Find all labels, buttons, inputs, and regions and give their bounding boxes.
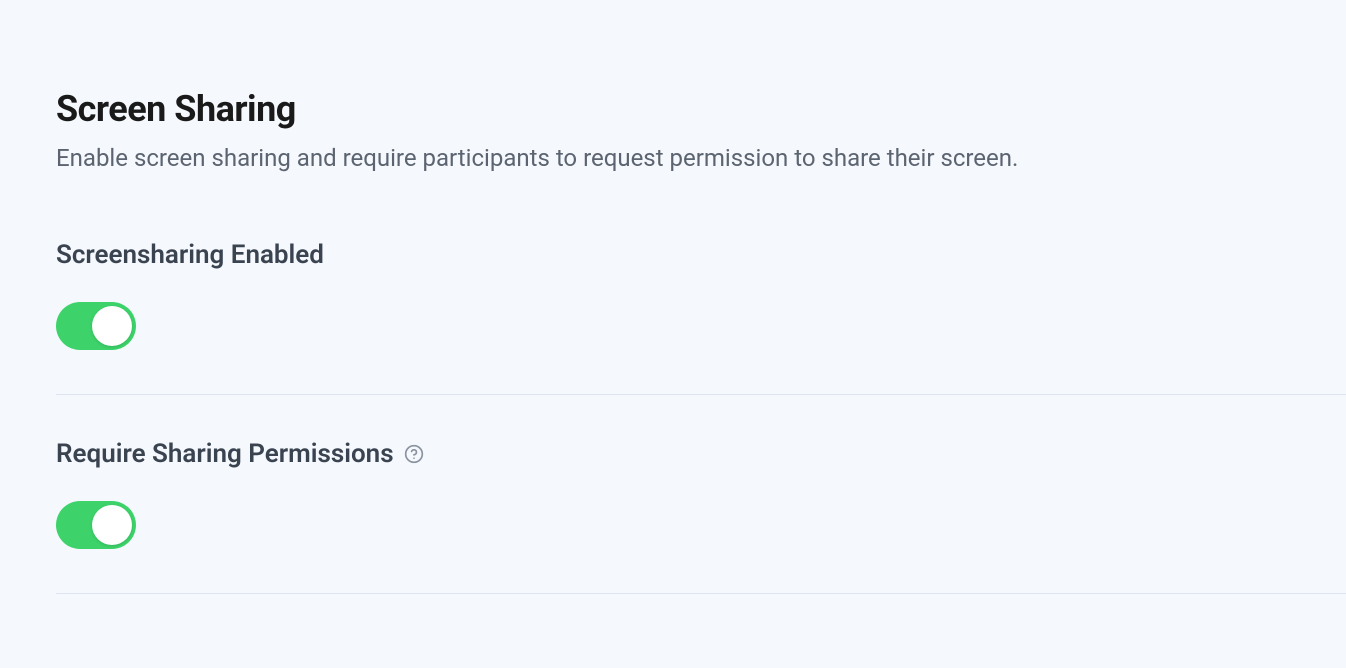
screensharing-enabled-label: Screensharing Enabled bbox=[56, 240, 1346, 270]
screen-sharing-section: Screen Sharing Enable screen sharing and… bbox=[0, 0, 1346, 594]
toggle-knob bbox=[92, 505, 132, 545]
setting-row-screensharing: Screensharing Enabled bbox=[56, 240, 1346, 395]
section-title: Screen Sharing bbox=[56, 88, 1346, 130]
require-permissions-toggle[interactable] bbox=[56, 501, 136, 549]
require-permissions-label: Require Sharing Permissions bbox=[56, 439, 1346, 469]
setting-row-require-permissions: Require Sharing Permissions bbox=[56, 439, 1346, 594]
screensharing-enabled-toggle[interactable] bbox=[56, 302, 136, 350]
setting-label-text: Require Sharing Permissions bbox=[56, 439, 394, 469]
help-icon[interactable] bbox=[404, 444, 424, 464]
toggle-knob bbox=[92, 306, 132, 346]
section-description: Enable screen sharing and require partic… bbox=[56, 142, 1346, 176]
setting-label-text: Screensharing Enabled bbox=[56, 240, 324, 270]
